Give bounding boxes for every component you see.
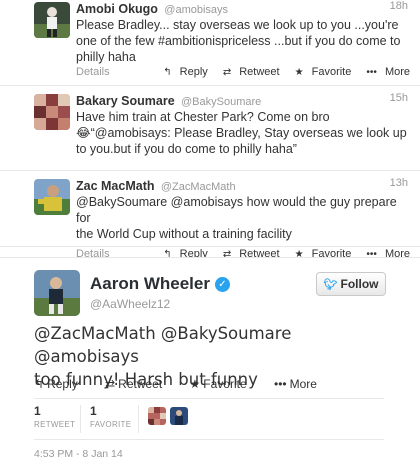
reply-arrow-icon: ↰ xyxy=(163,67,172,78)
tweet-actions: Details ↰ Reply ⇄ Retweet ★ Favorite ••• Mor… xyxy=(76,65,410,79)
reply-button[interactable]: ↰ Reply xyxy=(157,66,208,78)
follow-label: Follow xyxy=(340,277,379,291)
tweet-text-line: @ZacMacMath @BakySoumare @amobisays xyxy=(34,324,292,366)
tweet-text-line: @BakySoumare @amobisays how would the gu… xyxy=(76,195,397,225)
tweet-text-line: one of the few #ambitionispriceless ...b… xyxy=(76,34,401,48)
favorite-label: Favorite xyxy=(203,377,247,391)
divider xyxy=(138,405,139,433)
favorite-label: Favorite xyxy=(311,66,352,78)
more-button[interactable]: •••More xyxy=(274,377,329,391)
retweets-label: RETWEET xyxy=(34,420,76,429)
tweet-text-line: to you.but if you do come to philly haha… xyxy=(76,142,297,156)
tweet-header: Zac MacMath @ZacMacMath xyxy=(76,178,410,194)
star-icon: ★ xyxy=(294,67,304,78)
tweet-time[interactable]: 15h xyxy=(390,92,408,104)
divider xyxy=(34,439,384,440)
author-name-text: Aaron Wheeler xyxy=(90,274,210,293)
divider xyxy=(34,398,384,399)
retweet-icon: ⇄ xyxy=(222,67,232,78)
tweet-text: @BakySoumare @amobisays how would the gu… xyxy=(76,194,410,242)
author-name[interactable]: Aaron Wheeler ✓ xyxy=(90,274,230,294)
more-label: More xyxy=(384,66,410,78)
favorite-button[interactable]: ★Favorite xyxy=(190,377,259,391)
avatar[interactable] xyxy=(34,94,70,130)
tweet-text-line: philly haha xyxy=(76,50,136,64)
reply-arrow-icon: ↰ xyxy=(34,377,45,391)
details-link[interactable]: Details xyxy=(76,65,110,79)
divider xyxy=(80,405,81,433)
author-handle[interactable]: @ZacMacMath xyxy=(161,181,236,193)
verified-badge-icon: ✓ xyxy=(214,277,230,292)
star-icon: ★ xyxy=(189,377,201,391)
favorite-button[interactable]: ★ Favorite xyxy=(289,66,352,78)
author-name[interactable]: Bakary Soumare xyxy=(76,94,175,108)
more-dots-icon: ••• xyxy=(366,67,377,78)
avatar[interactable] xyxy=(148,407,166,425)
twitter-bird-icon: 🐦︎ xyxy=(323,279,338,291)
tweet-text: Have him train at Chester Park? Come on … xyxy=(76,109,410,157)
tweet[interactable]: Zac MacMath @ZacMacMath 13h @BakySoumare… xyxy=(0,171,420,247)
avatar[interactable] xyxy=(34,2,70,38)
retweet-button[interactable]: ⇄ Retweet xyxy=(217,66,280,78)
author-name[interactable]: Amobi Okugo xyxy=(76,2,158,16)
tweet-text-line: 😂“@amobisays: Please Bradley, Stay overs… xyxy=(76,126,407,140)
avatar[interactable] xyxy=(34,270,80,316)
more-button[interactable]: ••• More xyxy=(360,66,410,78)
retweet-label: Retweet xyxy=(118,377,163,391)
reply-label: Reply xyxy=(47,377,78,391)
tweet-time[interactable]: 13h xyxy=(390,177,408,189)
tweet-text-line: Have him train at Chester Park? Come on … xyxy=(76,110,330,124)
tweet-header: Bakary Soumare @BakySoumare xyxy=(76,93,410,109)
tweet-actions: ↰ Reply ⇄ Retweet ★ Favorite ••• More xyxy=(34,377,341,391)
tweet-timestamp[interactable]: 4:53 PM - 8 Jan 14 xyxy=(34,448,123,460)
retweet-label: Retweet xyxy=(239,66,280,78)
tweet-text-line: Please Bradley... stay overseas we look … xyxy=(76,18,399,32)
tweet-header: Amobi Okugo @amobisays xyxy=(76,1,410,17)
reply-label: Reply xyxy=(179,66,208,78)
avatar[interactable] xyxy=(170,407,188,425)
favorites-stat[interactable]: 1 FAVORITE xyxy=(90,404,131,429)
tweet-text-line: the World Cup without a training facilit… xyxy=(76,227,292,241)
retweets-stat[interactable]: 1 RETWEET xyxy=(34,404,75,429)
author-handle[interactable]: @BakySoumare xyxy=(181,96,261,108)
tweet[interactable]: Bakary Soumare @BakySoumare 15h Have him… xyxy=(0,86,420,171)
favorites-count: 1 xyxy=(90,404,97,418)
avatar[interactable] xyxy=(34,179,70,215)
retweets-count: 1 xyxy=(34,404,41,418)
reply-button[interactable]: ↰Reply xyxy=(34,377,90,391)
more-dots-icon: ••• xyxy=(274,377,287,391)
more-label: More xyxy=(289,377,317,391)
author-handle[interactable]: @amobisays xyxy=(164,4,228,16)
author-handle[interactable]: @AaWheelz12 xyxy=(90,297,170,311)
main-tweet: Aaron Wheeler ✓ @AaWheelz12 🐦︎ Follow @Zac… xyxy=(0,257,420,466)
tweet-time[interactable]: 18h xyxy=(390,0,408,12)
retweet-button[interactable]: ⇄Retweet xyxy=(105,377,174,391)
follow-button[interactable]: 🐦︎ Follow xyxy=(316,272,386,296)
tweet-text: Please Bradley... stay overseas we look … xyxy=(76,17,410,65)
author-name[interactable]: Zac MacMath xyxy=(76,179,155,193)
favorites-label: FAVORITE xyxy=(90,420,132,429)
retweet-icon: ⇄ xyxy=(105,377,116,391)
